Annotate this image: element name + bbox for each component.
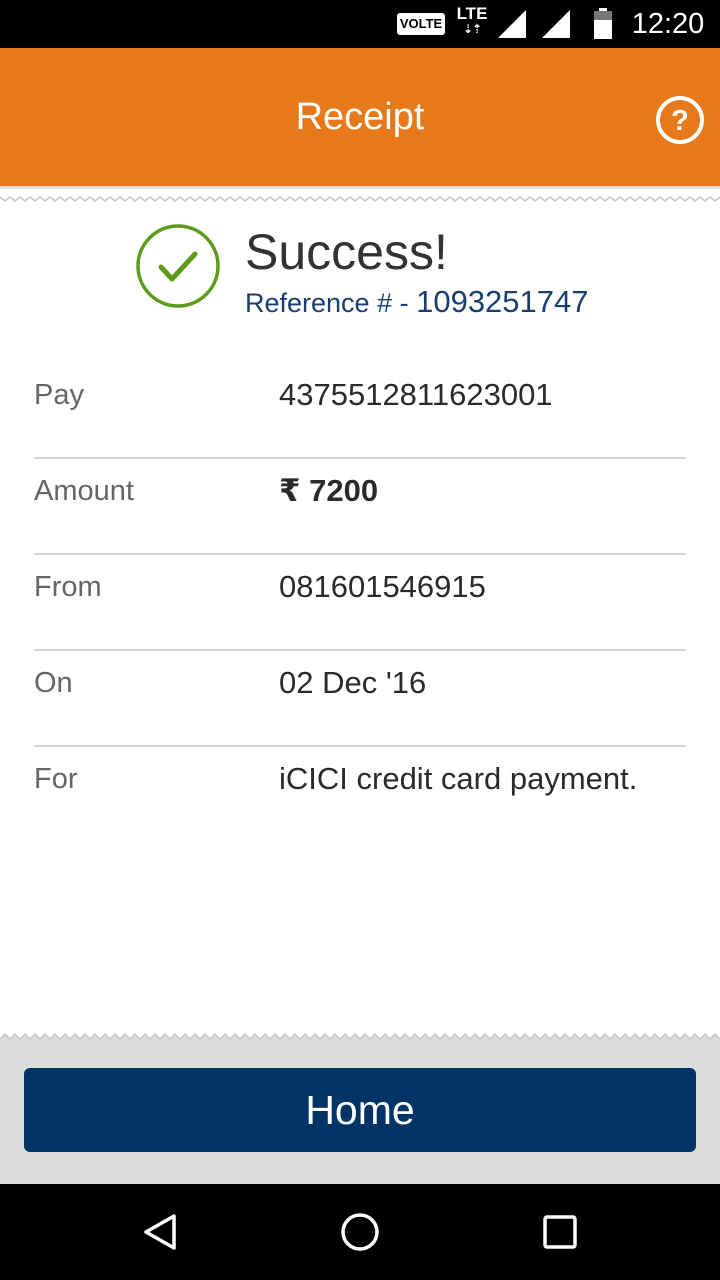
home-button[interactable]: Home	[24, 1068, 696, 1152]
receipt-card: Success! Reference # - 1093251747 Pay 43…	[0, 186, 720, 1044]
lte-indicator: LTE ⇣⇡	[452, 5, 492, 41]
success-title: Success!	[245, 224, 448, 280]
detail-row-pay: Pay 4375512811623001	[34, 363, 686, 459]
signal-icon	[542, 10, 570, 38]
battery-icon	[594, 8, 612, 39]
reference-number: Reference # - 1093251747	[245, 284, 589, 320]
detail-row-from: From 081601546915	[34, 555, 686, 651]
detail-row-amount: Amount ₹ 7200	[34, 459, 686, 555]
home-circle-icon[interactable]	[336, 1208, 384, 1256]
detail-label-for: For	[34, 763, 78, 795]
svg-text:?: ?	[671, 105, 689, 137]
detail-label-from: From	[34, 571, 102, 603]
detail-value-pay: 4375512811623001	[279, 377, 553, 412]
detail-value-amount: ₹ 7200	[279, 473, 379, 508]
reference-value: 1093251747	[416, 284, 589, 319]
data-arrows-icon: ⇣⇡	[462, 22, 482, 36]
detail-label-pay: Pay	[34, 379, 84, 411]
clock: 12:20	[631, 8, 705, 40]
receipt-bottom-edge	[0, 1032, 720, 1044]
detail-value-from: 081601546915	[279, 569, 486, 604]
back-icon[interactable]	[136, 1208, 184, 1256]
detail-row-on: On 02 Dec '16	[34, 651, 686, 747]
detail-label-amount: Amount	[34, 475, 134, 507]
recents-square-icon[interactable]	[536, 1208, 584, 1256]
receipt-top-edge	[0, 186, 720, 202]
status-bar: VOLTE LTE ⇣⇡ 12:20	[0, 0, 720, 48]
check-circle-icon	[136, 224, 220, 308]
reference-label: Reference # -	[245, 288, 417, 318]
detail-value-for: iCICI credit card payment.	[279, 761, 638, 796]
volte-badge: VOLTE	[397, 13, 445, 35]
lte-label: LTE	[456, 4, 488, 23]
detail-label-on: On	[34, 667, 73, 699]
page-title: Receipt	[295, 96, 425, 138]
detail-row-for: For iCICI credit card payment.	[34, 747, 686, 843]
signal-icon	[498, 10, 526, 38]
detail-value-on: 02 Dec '16	[279, 665, 427, 700]
navigation-bar	[0, 1184, 720, 1280]
app-header: Receipt ?	[0, 48, 720, 186]
help-circle-icon[interactable]: ?	[654, 94, 706, 146]
